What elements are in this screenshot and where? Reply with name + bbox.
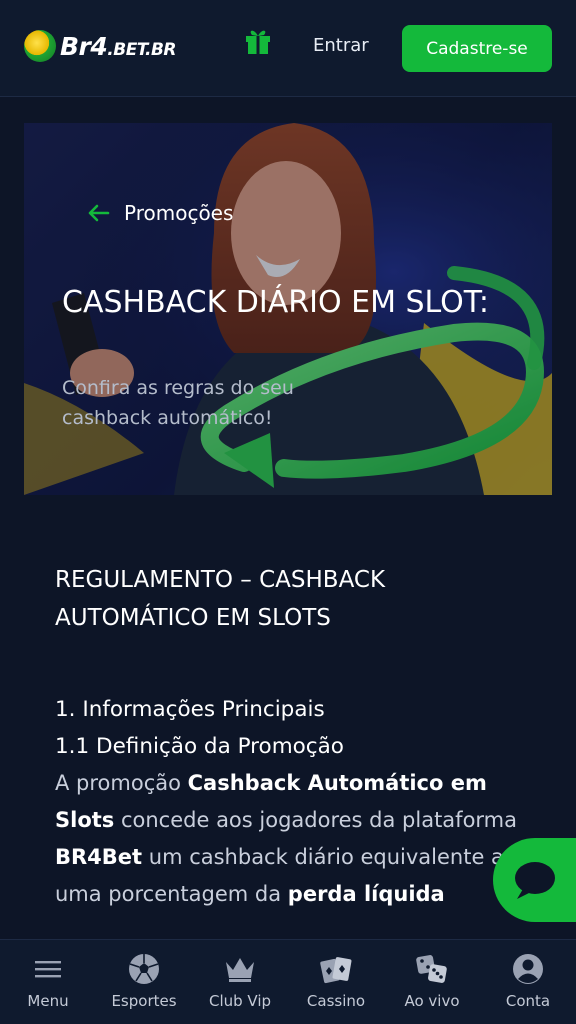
nav-label-casino: Cassino bbox=[306, 992, 366, 1010]
promo-hero-banner: Promoções CASHBACK DIÁRIO EM SLOT: Confi… bbox=[24, 123, 552, 495]
nav-item-account[interactable]: Conta bbox=[480, 952, 576, 1010]
back-label: Promoções bbox=[124, 201, 234, 225]
nav-label-menu: Menu bbox=[27, 992, 69, 1010]
nav-item-menu[interactable]: Menu bbox=[0, 952, 96, 1010]
chat-support-button[interactable] bbox=[493, 838, 576, 922]
logo-text-main: Br4 bbox=[60, 31, 108, 61]
nav-label-club-vip: Club Vip bbox=[208, 992, 272, 1010]
regulation-title: REGULAMENTO – CASHBACK AUTOMÁTICO EM SLO… bbox=[55, 567, 386, 631]
promotion-definition-paragraph: A promoção Cashback Automático em Slots … bbox=[55, 771, 518, 906]
regulation-content: REGULAMENTO – CASHBACK AUTOMÁTICO EM SLO… bbox=[55, 561, 525, 913]
gift-icon[interactable] bbox=[242, 24, 274, 56]
playing-cards-icon bbox=[320, 957, 352, 984]
dice-icon bbox=[416, 955, 447, 983]
br4bet-logo[interactable]: Br4.BET.BR bbox=[24, 30, 177, 62]
nav-item-live[interactable]: Ao vivo bbox=[384, 952, 480, 1010]
back-to-promotions-link[interactable]: Promoções bbox=[88, 201, 233, 225]
promo-subtitle: Confira as regras do seu cashback automá… bbox=[62, 377, 294, 429]
crown-icon bbox=[226, 958, 254, 982]
logo-ball-icon bbox=[24, 30, 56, 62]
hamburger-menu-icon bbox=[35, 961, 61, 978]
bottom-navigation: Menu Esportes Club Vip Cassino Ao vivo C… bbox=[0, 939, 576, 1024]
chat-bubble-icon bbox=[515, 862, 555, 899]
nav-item-casino[interactable]: Cassino bbox=[288, 952, 384, 1010]
promo-title: CASHBACK DIÁRIO EM SLOT: bbox=[62, 285, 489, 320]
nav-label-sports: Esportes bbox=[111, 992, 177, 1010]
top-header: Br4.BET.BR Entrar Cadastre-se bbox=[0, 0, 576, 97]
soccer-ball-icon bbox=[129, 954, 159, 984]
nav-label-account: Conta bbox=[505, 992, 551, 1010]
signup-button[interactable]: Cadastre-se bbox=[402, 25, 552, 72]
nav-label-live: Ao vivo bbox=[404, 992, 460, 1010]
user-avatar-icon bbox=[513, 954, 543, 984]
login-link[interactable]: Entrar bbox=[313, 35, 369, 56]
arrow-left-icon bbox=[88, 204, 110, 222]
section-heading: 1. Informações Principais bbox=[55, 697, 325, 722]
nav-item-club-vip[interactable]: Club Vip bbox=[192, 952, 288, 1010]
nav-item-sports[interactable]: Esportes bbox=[96, 952, 192, 1010]
sub-heading: 1.1 Definição da Promoção bbox=[55, 734, 344, 759]
logo-text-suffix: .BET.BR bbox=[107, 39, 177, 60]
